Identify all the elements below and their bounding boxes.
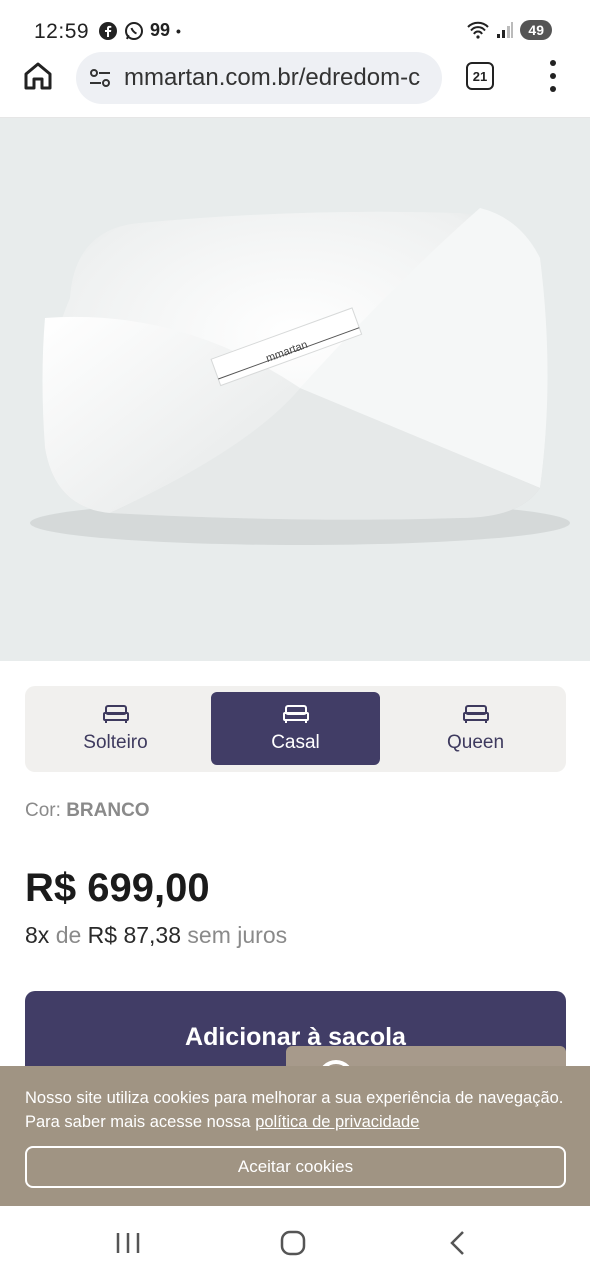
recent-apps-icon: [116, 1233, 140, 1253]
color-label: Cor:: [25, 800, 61, 821]
size-label: Casal: [271, 731, 320, 753]
home-circle-icon: [280, 1230, 306, 1256]
installment-count: 8x: [25, 922, 50, 948]
bed-icon: [282, 704, 309, 723]
home-icon: [24, 62, 52, 90]
tabs-button[interactable]: 21: [466, 62, 494, 90]
whatsapp-icon: [125, 21, 143, 40]
color-info: Cor: BRANCO: [25, 800, 150, 822]
system-icons: 49: [466, 20, 552, 40]
size-selector: Solteiro Casal Queen: [25, 686, 566, 772]
installment-interest: sem juros: [187, 922, 288, 948]
notification-count: 99: [150, 20, 171, 40]
size-option-casal[interactable]: Casal: [211, 692, 380, 765]
wifi-icon: [467, 21, 490, 39]
back-icon: [450, 1231, 464, 1255]
site-settings-icon[interactable]: [88, 66, 112, 90]
url-bar[interactable]: mmartan.com.br/edredom-c: [76, 52, 442, 104]
installment-of: de: [55, 922, 82, 948]
size-option-queen[interactable]: Queen: [391, 692, 560, 765]
home-nav-button[interactable]: [273, 1228, 313, 1258]
status-time: 12:59: [34, 20, 90, 43]
size-label: Solteiro: [83, 731, 148, 753]
cookie-banner: Nosso site utiliza cookies para melhorar…: [0, 1066, 590, 1206]
installments: 8x de R$ 87,38 sem juros: [25, 922, 287, 949]
installment-amount: R$ 87,38: [87, 922, 182, 948]
browser-toolbar: mmartan.com.br/edredom-c 21: [0, 48, 590, 118]
dot-icon: •: [176, 22, 181, 39]
duvet-illustration: mmartan: [30, 208, 570, 545]
battery-indicator: 49: [520, 20, 552, 40]
more-vert-icon[interactable]: [543, 60, 563, 92]
accept-cookies-button[interactable]: Aceitar cookies: [25, 1146, 566, 1188]
color-value: BRANCO: [66, 800, 150, 821]
facebook-icon: [99, 21, 117, 40]
back-button[interactable]: [438, 1228, 478, 1258]
system-nav-bar: [0, 1206, 590, 1280]
size-option-solteiro[interactable]: Solteiro: [31, 692, 200, 765]
size-label: Queen: [446, 731, 505, 753]
product-price: R$ 699,00: [25, 866, 210, 910]
privacy-policy-link[interactable]: política de privacidade: [255, 1113, 419, 1131]
product-image[interactable]: mmartan: [0, 118, 590, 661]
bed-icon: [462, 704, 489, 723]
recent-apps-button[interactable]: [108, 1228, 148, 1258]
signal-icon: [497, 22, 514, 38]
url-text: mmartan.com.br/edredom-c: [124, 64, 421, 91]
notification-icons: 99 •: [98, 20, 181, 41]
cookie-message: Nosso site utiliza cookies para melhorar…: [25, 1086, 565, 1134]
bed-icon: [102, 704, 129, 723]
home-button[interactable]: [22, 60, 54, 92]
